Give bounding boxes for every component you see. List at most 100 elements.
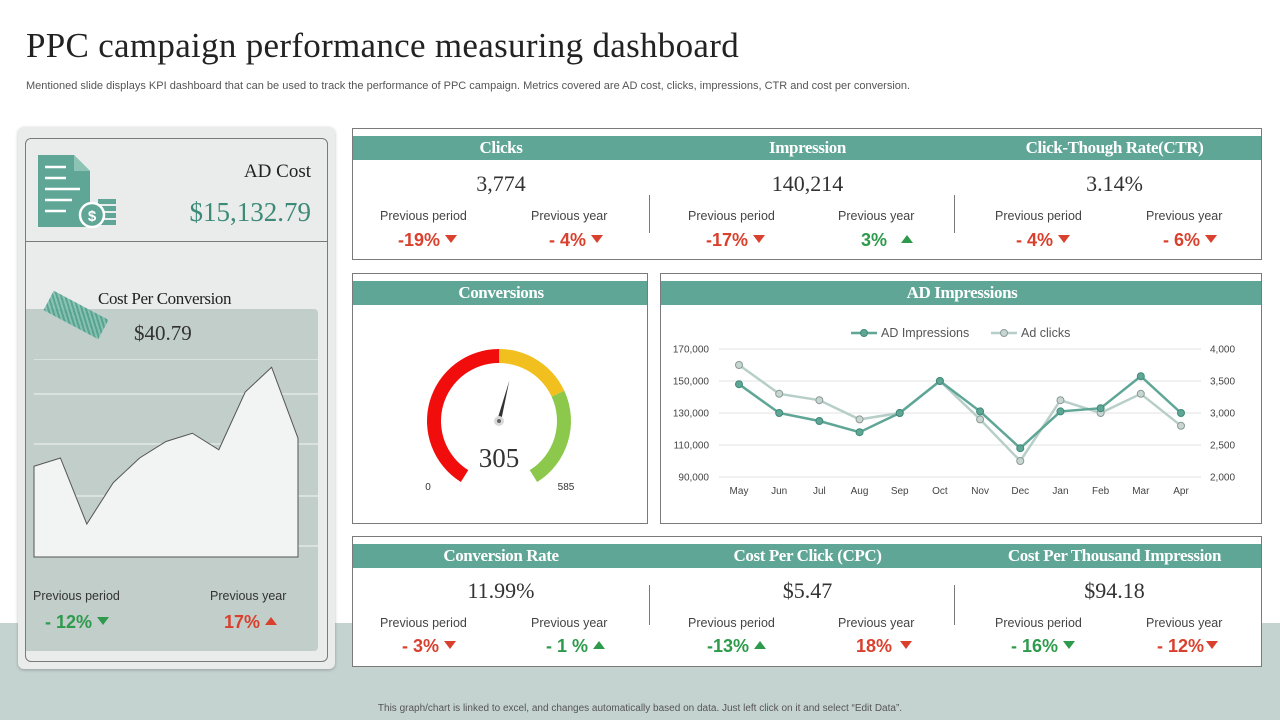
data-point [1056, 407, 1065, 416]
cpm-prev-year-value: - 12% [1157, 636, 1219, 657]
divider [649, 195, 650, 233]
y-right-tick-label: 2,500 [1210, 441, 1235, 452]
y-right-tick-label: 3,000 [1210, 409, 1235, 420]
data-point [775, 389, 784, 398]
cpc-prev-year-label: Previous year [210, 589, 287, 603]
x-tick-label: Oct [932, 486, 948, 497]
cpc-value: $5.47 [782, 578, 833, 603]
conversion-rate-prev-year-value: - 1 % [546, 636, 606, 657]
divider [954, 195, 955, 233]
cpc-prev-year-value: 18% [856, 636, 913, 657]
y-right-tick-label: 3,500 [1210, 377, 1235, 388]
data-point [855, 415, 864, 424]
y-left-tick-label: 150,000 [673, 377, 710, 388]
down-arrow-icon [445, 235, 458, 243]
data-point [1177, 409, 1185, 417]
ctr-prev-period-label: Previous period [995, 209, 1082, 223]
ad-cost-value: $15,132.79 [189, 197, 312, 227]
data-point [976, 415, 985, 424]
down-arrow-icon [900, 641, 913, 649]
down-arrow-icon [97, 617, 110, 625]
legend-label: AD Impressions [881, 326, 969, 340]
x-tick-label: Nov [971, 486, 989, 497]
ad-impressions-title: AD Impressions [906, 283, 1018, 302]
gauge-hub-center [497, 419, 501, 423]
cpm-title: Cost Per Thousand Impression [1007, 546, 1222, 565]
legend-marker [860, 329, 868, 337]
data-point [775, 409, 784, 417]
clicks-prev-year-value: - 4% [549, 230, 604, 251]
ad-impressions-panel: AD Impressions 90,000 110,000 130,000 150,0… [660, 273, 1262, 524]
ctr-prev-year-label: Previous year [1146, 209, 1223, 223]
down-arrow-icon [1206, 641, 1219, 649]
cpm-prev-year-label: Previous year [1146, 616, 1223, 630]
cpc-title: Cost Per Click (CPC) [733, 546, 882, 565]
down-arrow-icon [591, 235, 604, 243]
svg-text:$: $ [88, 208, 97, 225]
x-tick-label: Apr [1173, 486, 1189, 497]
page-subtitle: Mentioned slide displays KPI dashboard t… [26, 80, 911, 92]
ad-cost-card-inner: $ AD Cost $15,132.79 $40.79 Previous per… [25, 138, 328, 662]
data-point [1016, 444, 1025, 453]
y-right-tick-label: 2,000 [1210, 473, 1235, 484]
data-point [815, 396, 824, 405]
down-arrow-icon [444, 641, 457, 649]
up-arrow-icon [265, 617, 278, 625]
x-tick-label: Sep [891, 486, 909, 497]
ctr-value: 3.14% [1086, 171, 1143, 196]
top-metrics-header: Clicks Impression Click-Though Rate(CTR) [353, 136, 1261, 160]
divider [26, 241, 327, 242]
data-point [1136, 389, 1145, 398]
ctr-prev-period-value: - 4% [1016, 230, 1071, 251]
y-left-tick-label: 170,000 [673, 345, 710, 356]
gauge-value: 305 [479, 443, 520, 473]
clicks-prev-period-label: Previous period [380, 209, 467, 223]
down-arrow-icon [1063, 641, 1076, 649]
impression-title: Impression [769, 138, 846, 157]
conversion-rate-prev-period-label: Previous period [380, 616, 467, 630]
legend-marker [1000, 329, 1008, 337]
up-arrow-icon [754, 641, 767, 649]
divider [954, 585, 955, 625]
x-tick-label: May [730, 486, 749, 497]
ctr-title: Click-Though Rate(CTR) [1025, 138, 1204, 157]
x-tick-label: Aug [851, 486, 869, 497]
ad-impressions-header: AD Impressions [661, 281, 1261, 305]
impression-prev-year-value: 3% [861, 230, 914, 251]
gauge-needle [497, 380, 510, 422]
up-arrow-icon [901, 235, 914, 243]
data-point [1096, 404, 1105, 413]
data-point [815, 417, 824, 425]
gauge-green-segment [529, 390, 571, 483]
data-point [1177, 421, 1185, 430]
impression-prev-year-label: Previous year [838, 209, 915, 223]
conversions-header: Conversions [353, 281, 647, 305]
footer-note: This graph/chart is linked to excel, and… [377, 703, 903, 714]
x-tick-label: Jun [771, 486, 787, 497]
conversions-panel: Conversions 305 0 585 [352, 273, 648, 524]
cost-per-conversion-value: $40.79 [134, 321, 192, 345]
data-point [735, 380, 743, 389]
clicks-value: 3,774 [476, 171, 526, 196]
down-arrow-icon [753, 235, 766, 243]
cpc-prev-period-label: Previous period [688, 616, 775, 630]
conversions-title: Conversions [458, 283, 544, 302]
conversion-rate-value: 11.99% [467, 578, 535, 603]
data-point [895, 409, 904, 417]
cpc-prev-year-label: Previous year [838, 616, 915, 630]
y-left-tick-label: 130,000 [673, 409, 710, 420]
clicks-prev-period-value: -19% [398, 230, 458, 251]
data-point [935, 377, 944, 385]
clicks-prev-year-label: Previous year [531, 209, 608, 223]
cost-per-conversion-panel: $40.79 Previous period Previous year - 1… [26, 309, 318, 651]
bottom-metrics-panel: Conversion Rate Cost Per Click (CPC) Cos… [352, 536, 1262, 667]
data-point [735, 361, 743, 369]
cpm-value: $94.18 [1084, 578, 1145, 603]
legend-label: Ad clicks [1021, 326, 1070, 340]
page-title: PPC campaign performance measuring dashb… [26, 26, 739, 65]
data-point [976, 407, 985, 416]
conversion-rate-title: Conversion Rate [443, 546, 559, 565]
up-arrow-icon [593, 641, 606, 649]
top-metrics-panel: Clicks Impression Click-Though Rate(CTR)… [352, 128, 1262, 260]
series-line-ad-impressions [738, 374, 1182, 450]
